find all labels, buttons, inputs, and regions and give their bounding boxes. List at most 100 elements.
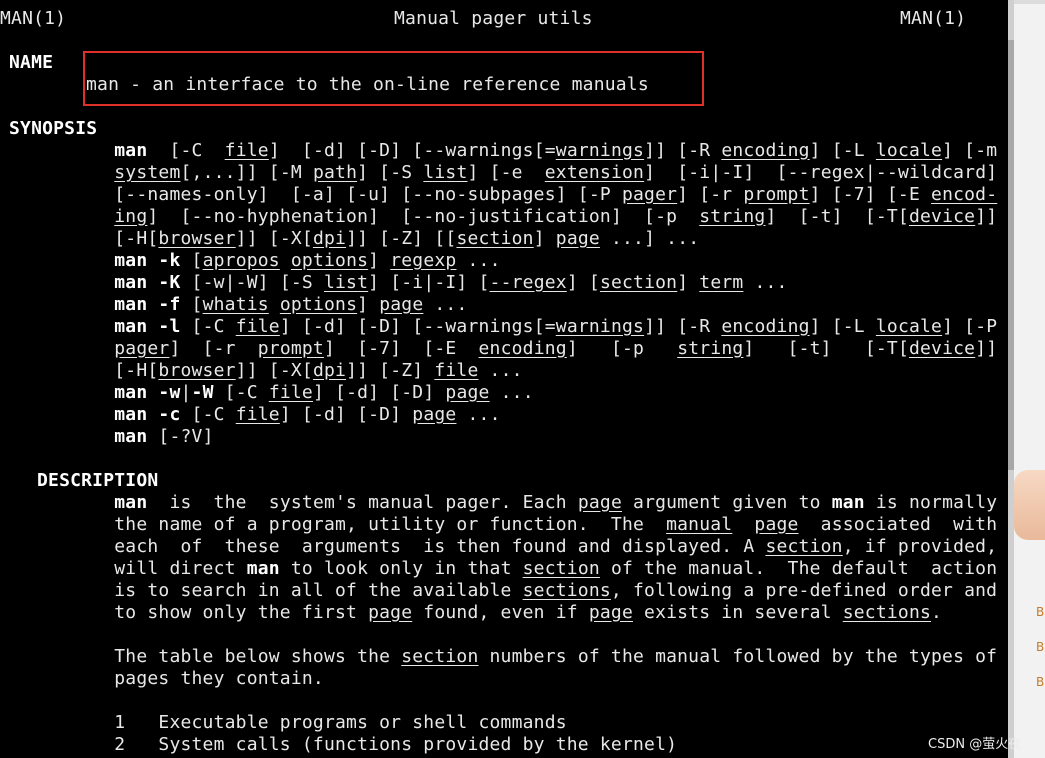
man-text: [-w|-W] [-S	[180, 272, 324, 293]
man-argument: regexp	[390, 250, 457, 271]
man-argument: path	[312, 162, 358, 183]
man-keyword: -W	[191, 382, 214, 403]
man-argument: sections	[842, 602, 932, 623]
man-text: [-H[	[37, 228, 159, 249]
man-text: ...	[743, 272, 788, 293]
man-argument: file	[434, 360, 479, 381]
man-text: ...	[456, 250, 501, 271]
man-text: , following a pre-defined order and	[610, 580, 998, 601]
man-text: found, even if	[412, 602, 589, 623]
side-marker-b2: B	[1036, 640, 1045, 654]
man-argument: encod-	[931, 184, 998, 205]
man-text	[280, 250, 291, 271]
man-text	[37, 206, 114, 227]
man-text	[269, 294, 280, 315]
man-text	[37, 316, 114, 337]
man-line: will direct man to look only in that sec…	[37, 558, 997, 580]
man-argument: encoding	[478, 338, 567, 359]
side-avatar-decoration	[1014, 470, 1045, 540]
man-argument: string	[699, 206, 766, 227]
man-argument: warnings	[555, 140, 645, 161]
man-keyword: man	[114, 140, 148, 161]
man-text	[37, 404, 114, 425]
man-keyword: DESCRIPTION	[37, 470, 159, 491]
man-argument: page	[445, 382, 490, 403]
man-argument: term	[699, 272, 744, 293]
man-argument: file	[235, 316, 280, 337]
man-text: is the system's manual pager. Each	[147, 492, 578, 513]
man-text: of the manual. The default action	[599, 558, 998, 579]
man-argument: file	[235, 404, 280, 425]
man-text: ]] [-X[	[235, 228, 313, 249]
man-text: [-?V]	[147, 426, 214, 447]
man-line: to show only the first page found, even …	[37, 602, 942, 624]
man-text: ]]	[975, 206, 998, 227]
man-line: pages they contain.	[37, 668, 324, 690]
man-line: man -w|-W [-C file] [-d] [-D] page ...	[37, 382, 534, 404]
man-keyword: man -f	[114, 294, 181, 315]
man-line: [-H[browser]] [-X[dpi]] [-Z] [[section] …	[37, 228, 699, 250]
scrollbar-thumb[interactable]	[1008, 40, 1014, 470]
man-argument: page	[588, 602, 634, 623]
man-argument: sections	[522, 580, 611, 601]
man-argument: apropos	[202, 250, 280, 271]
man-text: associated with	[798, 514, 998, 535]
man-text	[37, 338, 114, 359]
man-argument: encoding	[721, 316, 810, 337]
man-text: ]	[677, 272, 700, 293]
man-line: 1 Executable programs or shell commands	[37, 712, 567, 734]
side-marker-b3: B	[1036, 675, 1045, 689]
man-text: ] [-L	[809, 140, 876, 161]
man-line: each of these arguments is then found an…	[37, 536, 997, 558]
man-text: |	[180, 382, 192, 403]
man-text: ]] [-R	[644, 316, 722, 337]
man-line: the name of a program, utility or functi…	[37, 514, 997, 536]
man-text: ]] [-Z] [[	[346, 228, 457, 249]
man-argument: page	[412, 404, 457, 425]
man-argument: file	[224, 140, 269, 161]
man-argument: section	[456, 228, 534, 249]
man-keyword: man -k	[114, 250, 181, 271]
man-text: , if provided,	[842, 536, 998, 557]
man-line: man -K [-w|-W] [-S list] [-i|-I] [--rege…	[37, 272, 788, 294]
man-argument: page	[555, 228, 600, 249]
man-text: [-H[	[37, 360, 159, 381]
man-line: 2 System calls (functions provided by th…	[37, 734, 677, 756]
man-text: will direct	[37, 558, 247, 579]
man-argument: file	[268, 382, 313, 403]
man-line: pager] [-r prompt] [-7] [-E encoding] [-…	[37, 338, 997, 360]
man-text	[37, 140, 114, 161]
man-line: man is the system's manual pager. Each p…	[37, 492, 997, 514]
header-center: Manual pager utils	[394, 8, 593, 29]
man-text: ] [-e	[467, 162, 545, 183]
man-text: ] [-S	[357, 162, 424, 183]
man-argument: string	[677, 338, 744, 359]
man-text: [	[180, 250, 203, 271]
man-argument: options	[279, 294, 358, 315]
man-text: each of these arguments is then found an…	[37, 536, 766, 557]
man-keyword: man -K	[114, 272, 181, 293]
man-text: [-C	[147, 140, 225, 161]
man-argument: extension	[544, 162, 645, 183]
man-line: system[,...]] [-M path] [-S list] [-e ex…	[37, 162, 997, 184]
man-argument: page	[368, 602, 413, 623]
man-text	[37, 272, 114, 293]
man-text: ] [-r	[169, 338, 258, 359]
man-text: exists in several	[633, 602, 843, 623]
terminal-window[interactable]: MAN(1) Manual pager utils MAN(1) NAME ma…	[0, 0, 1008, 758]
man-text: numbers of the manual followed by the ty…	[478, 646, 998, 667]
man-argument: locale	[875, 316, 943, 337]
man-argument: browser	[158, 360, 236, 381]
man-argument: pager	[621, 184, 678, 205]
man-argument: pager	[114, 338, 170, 359]
man-argument: --regex	[489, 272, 567, 293]
man-text: the name of a program, utility or functi…	[37, 514, 667, 535]
synopsis-heading: SYNOPSIS	[9, 118, 98, 139]
man-text: ] [-i|-I] [--regex|--wildcard]	[644, 162, 998, 183]
side-marker-b1: B	[1036, 605, 1045, 619]
highlight-box	[83, 51, 704, 106]
man-text: ] [-7] [-E	[809, 184, 932, 205]
man-text: ]	[357, 294, 380, 315]
man-keyword: man	[246, 558, 280, 579]
man-argument: page	[577, 492, 622, 513]
